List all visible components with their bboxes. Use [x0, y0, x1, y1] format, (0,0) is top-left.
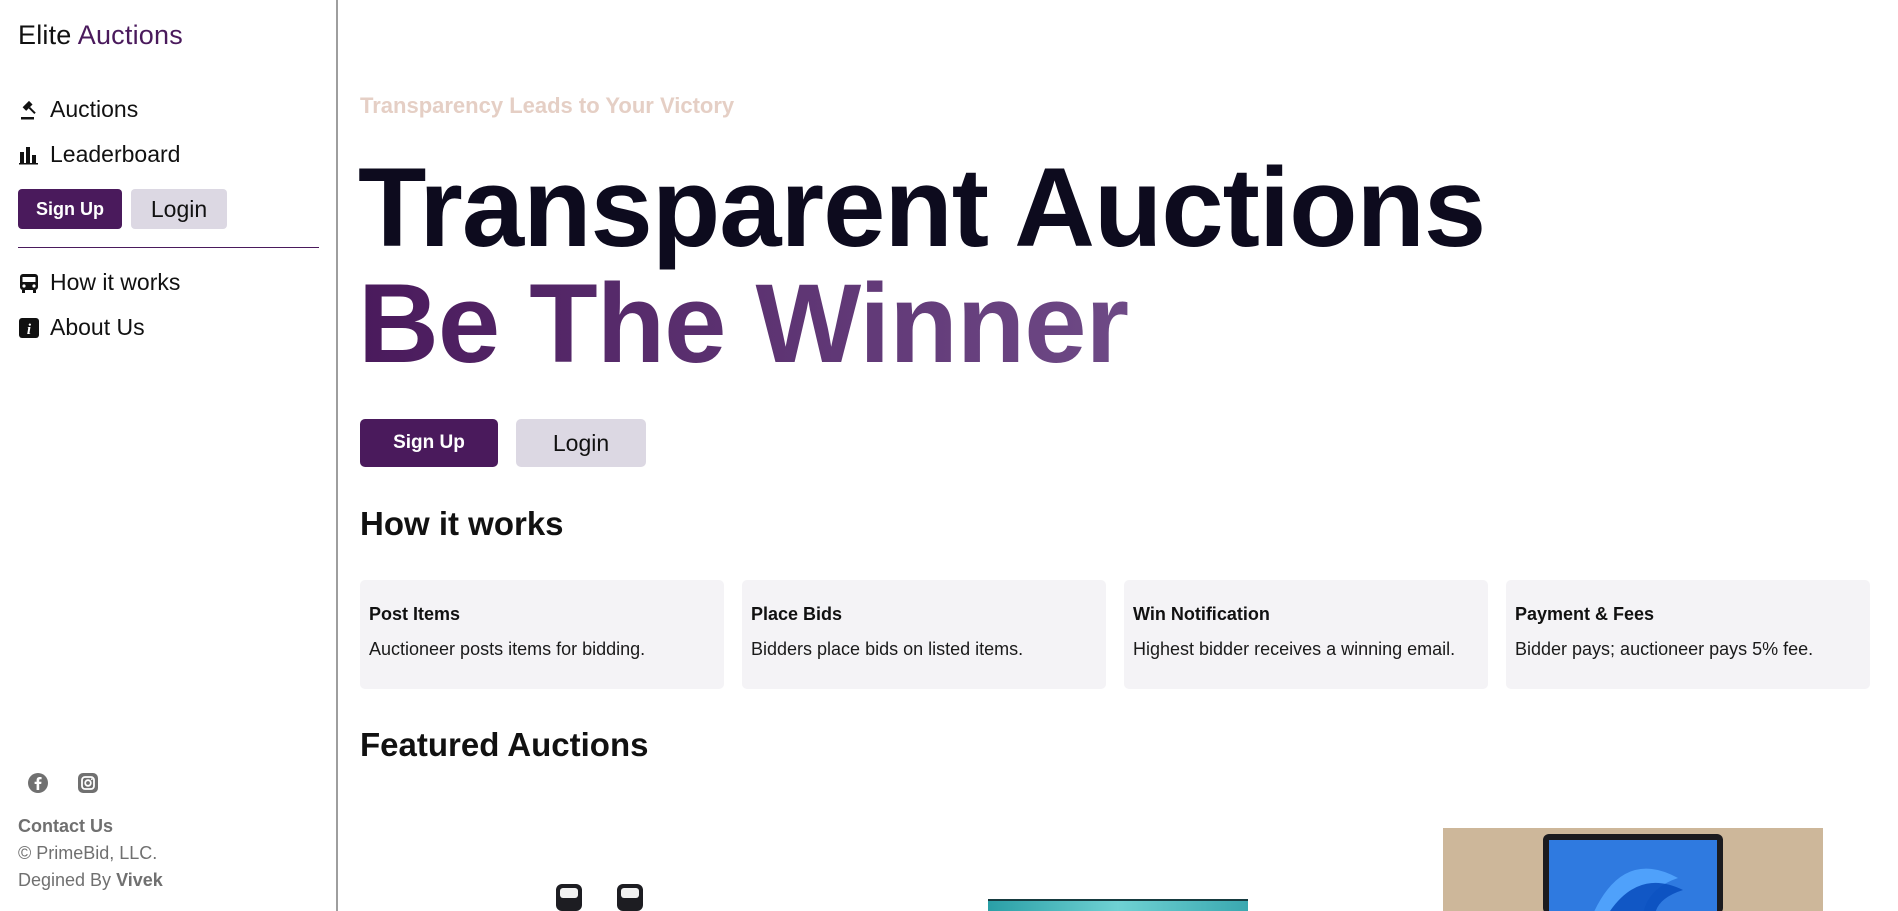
designed-by-text: Degined By Vivek — [18, 870, 163, 891]
main-content: Transparency Leads to Your Victory Trans… — [340, 0, 1898, 911]
card-title: Win Notification — [1133, 604, 1270, 624]
card-description: Highest bidder receives a winning email. — [1133, 639, 1456, 659]
hero-login-button[interactable]: Login — [516, 419, 646, 467]
card-description: Bidder pays; auctioneer pays 5% fee. — [1515, 639, 1814, 659]
sidebar: Elite Auctions Auctions Leaderboard Sign… — [0, 0, 338, 911]
hero-auth-buttons: Sign Up Login — [360, 419, 646, 467]
sidebar-item-leaderboard[interactable]: Leaderboard — [18, 141, 180, 168]
hero-tagline: Transparency Leads to Your Victory — [360, 93, 735, 118]
bus-icon — [18, 272, 40, 294]
brand-name-part2: Auctions — [77, 20, 183, 50]
bar-chart-icon — [18, 144, 40, 166]
step-card-post-items: Post Items Auctioneer posts items for bi… — [360, 580, 724, 689]
sidebar-item-label: How it works — [50, 269, 181, 295]
featured-item-image-laptop[interactable] — [1443, 828, 1823, 911]
contact-us-link[interactable]: Contact Us — [18, 816, 113, 837]
copyright-text: © PrimeBid, LLC. — [18, 843, 158, 863]
step-card-payment-fees: Payment & Fees Bidder pays; auctioneer p… — [1506, 580, 1870, 689]
how-it-works-heading: How it works — [360, 505, 564, 542]
facebook-icon[interactable] — [27, 772, 49, 794]
sidebar-item-label: Leaderboard — [50, 141, 181, 167]
featured-auctions-heading: Featured Auctions — [360, 726, 649, 763]
card-title: Payment & Fees — [1515, 604, 1655, 624]
sidebar-signup-button[interactable]: Sign Up — [18, 189, 122, 229]
gavel-icon — [18, 99, 40, 121]
hero-title-line1: Transparent Auctions — [358, 145, 1486, 270]
sidebar-divider — [18, 247, 319, 248]
sidebar-item-about-us[interactable]: i About Us — [18, 314, 145, 341]
sidebar-login-button[interactable]: Login — [131, 189, 227, 229]
brand-logo[interactable]: Elite Auctions — [18, 20, 183, 51]
sidebar-item-auctions[interactable]: Auctions — [18, 96, 138, 123]
social-links — [27, 772, 99, 794]
featured-item-image-controllers[interactable] — [540, 880, 660, 911]
sidebar-auth-buttons: Sign Up Login — [18, 189, 227, 229]
hero-signup-button[interactable]: Sign Up — [360, 419, 498, 467]
info-icon: i — [18, 317, 40, 339]
step-card-place-bids: Place Bids Bidders place bids on listed … — [742, 580, 1106, 689]
card-title: Place Bids — [751, 604, 843, 624]
card-title: Post Items — [369, 604, 461, 624]
sidebar-item-label: Auctions — [50, 96, 139, 122]
sidebar-item-how-it-works[interactable]: How it works — [18, 269, 180, 296]
featured-item-image-tv[interactable] — [988, 899, 1248, 911]
brand-name-part1: Elite — [18, 20, 72, 50]
instagram-icon[interactable] — [77, 772, 99, 794]
step-card-win-notification: Win Notification Highest bidder receives… — [1124, 580, 1488, 689]
how-it-works-cards: Post Items Auctioneer posts items for bi… — [360, 580, 1870, 689]
hero-title-line2: Be The Winner — [358, 261, 1129, 386]
designer-name: Vivek — [116, 870, 163, 890]
designed-by-prefix: Degined By — [18, 870, 112, 890]
sidebar-item-label: About Us — [50, 314, 145, 340]
card-description: Auctioneer posts items for bidding. — [369, 639, 646, 659]
card-description: Bidders place bids on listed items. — [751, 639, 1024, 659]
